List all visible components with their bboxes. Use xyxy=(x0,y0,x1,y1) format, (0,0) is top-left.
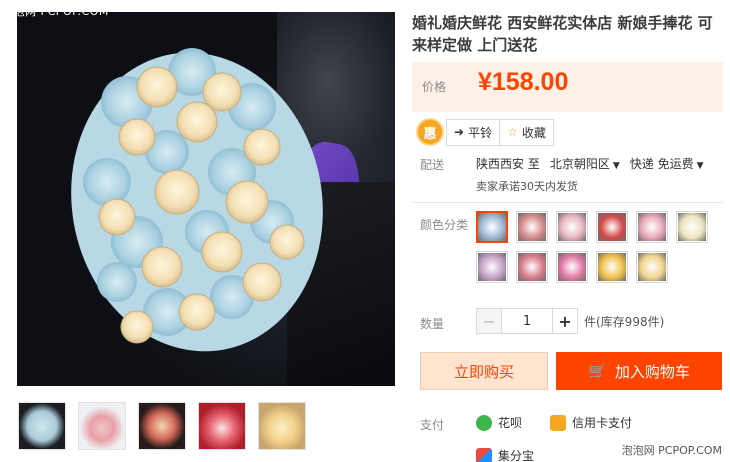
price-box: 价格 ¥158.00 xyxy=(412,62,723,112)
color-swatch-4[interactable] xyxy=(596,211,628,243)
chevron-down-icon: ▼ xyxy=(696,161,704,171)
payment-credit-card: 信用卡支付 xyxy=(550,414,632,431)
compare-button[interactable]: ➜ 平铃 xyxy=(447,120,499,145)
jifenbao-icon xyxy=(476,447,492,462)
chevron-down-icon: ▼ xyxy=(612,161,620,171)
share-box: ➜ 平铃 ☆ 收藏 xyxy=(446,118,554,146)
color-swatch-2[interactable] xyxy=(516,211,548,243)
price-label: 价格 xyxy=(422,80,447,94)
add-to-cart-label: 加入购物车 xyxy=(614,362,690,381)
favorite-label: 收藏 xyxy=(521,125,546,140)
main-product-image[interactable] xyxy=(17,12,395,386)
quantity-minus-button[interactable]: − xyxy=(476,308,502,334)
delivery-to-text: 北京朝阳区 xyxy=(549,157,610,171)
swatch-image xyxy=(478,213,506,241)
thumbnail-5[interactable] xyxy=(258,402,306,450)
color-swatch-5[interactable] xyxy=(636,211,668,243)
quantity-input[interactable]: 1 xyxy=(502,308,552,334)
buy-now-button[interactable]: 立即购买 xyxy=(420,352,548,390)
swatch-image xyxy=(598,253,626,281)
payment-label: 支付 xyxy=(420,418,445,432)
thumbnail-3[interactable] xyxy=(138,402,186,450)
delivery-label: 配送 xyxy=(420,158,445,172)
quantity-plus-button[interactable]: + xyxy=(552,308,578,334)
product-title: 婚礼婚庆鲜花 西安鲜花实体店 新娘手捧花 可来样定做 上门送花 xyxy=(412,14,713,54)
watermark-top: 泡泡网 PCPOP.COM xyxy=(2,5,109,18)
add-to-cart-button[interactable]: 🛒 加入购物车 xyxy=(556,352,722,390)
credit-card-label: 信用卡支付 xyxy=(572,416,633,430)
huabei-icon xyxy=(476,414,492,431)
swatch-image xyxy=(558,213,586,241)
thumbnail-4[interactable] xyxy=(198,402,246,450)
bouquet-illustration xyxy=(71,48,323,352)
color-swatch-6[interactable] xyxy=(676,211,708,243)
shipping-promise: 卖家承诺30天内发货 xyxy=(476,180,578,193)
compare-label: 平铃 xyxy=(468,125,493,140)
color-swatch-8[interactable] xyxy=(516,251,548,283)
swatch-image xyxy=(558,253,586,281)
color-swatch-3[interactable] xyxy=(556,211,588,243)
color-label: 颜色分类 xyxy=(420,218,469,232)
delivery-from: 陕西西安 至 xyxy=(476,155,540,172)
price-value: ¥158.00 xyxy=(478,68,569,96)
arrow-right-icon: ➜ xyxy=(454,125,465,139)
delivery-info: 陕西西安 至 北京朝阳区 ▼ 快递 免运费 ▼ xyxy=(476,155,704,172)
color-swatch-11[interactable] xyxy=(636,251,668,283)
cart-icon: 🛒 xyxy=(588,362,607,380)
thumbnail-strip xyxy=(18,402,306,450)
delivery-to-label: 至 xyxy=(527,157,540,171)
shipping-text: 快递 免运费 xyxy=(629,157,694,171)
payment-row-2: 集分宝 xyxy=(476,447,534,462)
color-swatch-10[interactable] xyxy=(596,251,628,283)
favorite-button[interactable]: ☆ 收藏 xyxy=(499,119,553,145)
swatch-image xyxy=(478,253,506,281)
swatch-image xyxy=(678,213,706,241)
swatch-image xyxy=(638,253,666,281)
payment-huabei: 花呗 xyxy=(476,414,522,431)
delivery-from-text: 陕西西安 xyxy=(476,157,525,171)
color-swatch-7[interactable] xyxy=(476,251,508,283)
payment-methods: 花呗 信用卡支付 xyxy=(476,414,632,431)
quantity-label: 数量 xyxy=(420,317,445,331)
color-options xyxy=(476,211,721,283)
divider xyxy=(412,202,723,203)
jifenbao-label: 集分宝 xyxy=(498,449,535,462)
swatch-image xyxy=(518,253,546,281)
delivery-to-select[interactable]: 北京朝阳区 ▼ xyxy=(550,155,620,172)
huabei-label: 花呗 xyxy=(498,416,523,430)
swatch-image xyxy=(598,213,626,241)
color-swatch-1[interactable] xyxy=(476,211,508,243)
thumbnail-2[interactable] xyxy=(78,402,126,450)
share-row: 惠 ➜ 平铃 ☆ 收藏 xyxy=(416,118,554,146)
watermark-bottom: 泡泡网 PCPOP.COM xyxy=(621,444,722,457)
hui-badge-icon[interactable]: 惠 xyxy=(416,118,444,146)
swatch-image xyxy=(638,213,666,241)
quantity-stepper: − 1 + 件(库存998件) xyxy=(476,308,664,334)
credit-card-icon xyxy=(550,414,567,431)
stock-text: 件(库存998件) xyxy=(584,314,665,329)
swatch-image xyxy=(518,213,546,241)
shipping-select[interactable]: 快递 免运费 ▼ xyxy=(630,155,704,172)
color-swatch-9[interactable] xyxy=(556,251,588,283)
payment-jifenbao: 集分宝 xyxy=(476,447,534,462)
thumbnail-1[interactable] xyxy=(18,402,66,450)
star-icon: ☆ xyxy=(507,125,518,139)
